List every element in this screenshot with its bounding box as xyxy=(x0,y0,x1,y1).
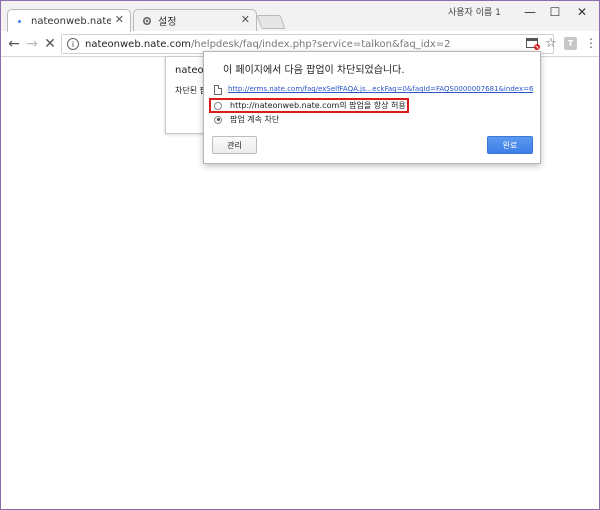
browser-window: nateonweb.nate.com/he ✕ 설정 ✕ 사용자 이름 1 — … xyxy=(0,0,600,510)
radio-allow-popups[interactable]: http://nateonweb.nate.com의 팝업을 항상 허용 xyxy=(214,99,406,112)
tab-title: 설정 xyxy=(158,17,177,28)
stop-button[interactable]: ✕ xyxy=(41,35,59,53)
window-close-button[interactable]: ✕ xyxy=(571,3,593,21)
extension-icon[interactable]: T xyxy=(564,37,577,50)
tab-nateonweb[interactable]: nateonweb.nate.com/he ✕ xyxy=(7,9,131,32)
url-host: nateonweb.nate.com xyxy=(85,38,191,50)
radio-label: 팝업 계속 차단 xyxy=(230,115,280,124)
tab-strip: nateonweb.nate.com/he ✕ 설정 ✕ 사용자 이름 1 — … xyxy=(1,1,599,32)
bubble-heading: 이 페이지에서 다음 팝업이 차단되었습니다. xyxy=(223,65,405,76)
menu-icon[interactable]: ⋮ xyxy=(585,36,597,50)
close-icon[interactable]: ✕ xyxy=(115,13,124,26)
minimize-button[interactable]: — xyxy=(519,3,541,21)
done-button[interactable]: 완료 xyxy=(487,136,533,154)
manage-button[interactable]: 관리 xyxy=(212,136,257,154)
back-button[interactable]: ← xyxy=(5,35,23,53)
new-tab-button[interactable] xyxy=(256,15,286,29)
url-path: /helpdesk/faq/index.php?service=talkon&f… xyxy=(190,38,451,50)
loading-icon xyxy=(18,19,21,23)
radio-button[interactable] xyxy=(214,115,222,124)
radio-keep-blocking[interactable]: 팝업 계속 차단 xyxy=(214,113,279,126)
page-dialog-title: nateo xyxy=(175,65,204,76)
forward-button[interactable]: → xyxy=(23,35,41,53)
blocked-popup-link[interactable]: http://erms.nate.com/faq/exSelfFAQA.js..… xyxy=(228,85,533,93)
info-icon[interactable]: i xyxy=(67,38,79,50)
tab-title: nateonweb.nate.com/he xyxy=(31,15,111,27)
close-icon[interactable]: ✕ xyxy=(241,13,250,26)
radio-button[interactable] xyxy=(214,101,222,110)
user-profile-label[interactable]: 사용자 이름 1 xyxy=(448,5,501,18)
radio-label: http://nateonweb.nate.com의 팝업을 항상 허용 xyxy=(230,101,406,110)
maximize-button[interactable]: ☐ xyxy=(544,3,566,21)
tab-settings[interactable]: 설정 ✕ xyxy=(133,9,257,31)
popup-blocked-icon[interactable] xyxy=(526,38,540,50)
popup-blocked-bubble: 이 페이지에서 다음 팝업이 차단되었습니다. http://erms.nate… xyxy=(203,51,541,164)
document-icon xyxy=(214,85,222,95)
gear-icon xyxy=(142,16,152,25)
bookmark-star-icon[interactable]: ☆ xyxy=(545,36,557,51)
